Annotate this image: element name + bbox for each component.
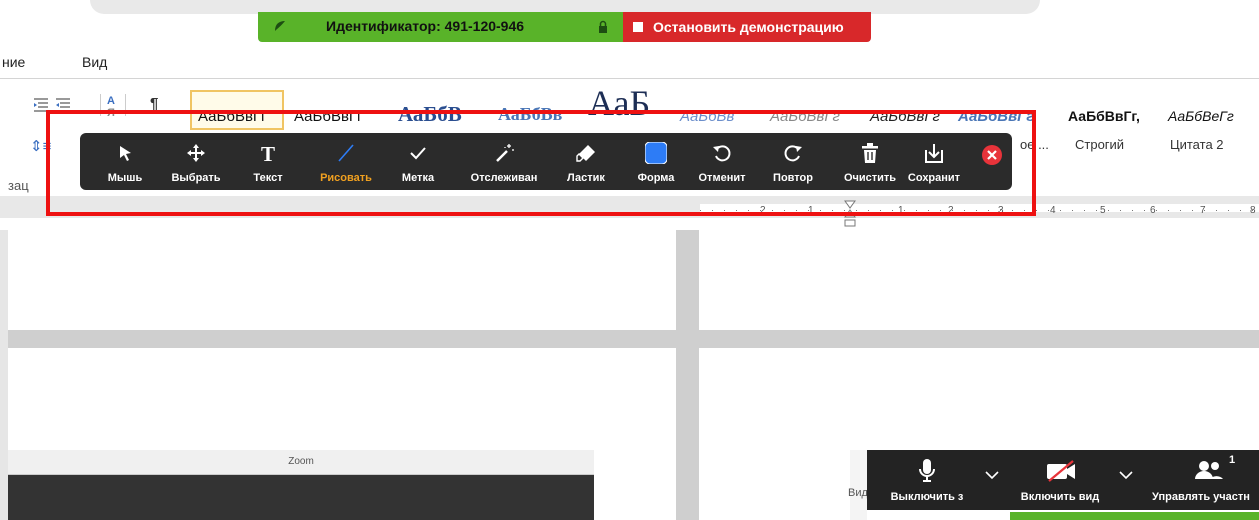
chevron-down-icon[interactable]	[985, 470, 999, 480]
participants-icon	[1195, 461, 1223, 479]
video-label: Включить вид	[1020, 491, 1100, 503]
share-status-bar: Идентификатор: 491-120-946 Остановить де…	[258, 12, 871, 42]
lock-icon[interactable]	[598, 20, 608, 34]
style-preview-quote2[interactable]: АаБбВеГг	[1168, 108, 1234, 124]
ruler-number: 5	[1100, 205, 1106, 216]
chevron-down-icon[interactable]	[1119, 470, 1133, 480]
side-label: Вид	[848, 487, 868, 499]
participants-label: Управлять участн	[1152, 491, 1250, 503]
manage-participants-button[interactable]: 1 Управлять участн	[1143, 450, 1259, 510]
document-page	[8, 230, 676, 330]
meeting-id-text: Идентификатор: 491-120-946	[326, 18, 525, 34]
zoom-window-title: Zoom	[8, 450, 594, 475]
stop-square-icon	[633, 22, 643, 32]
menu-item-partial[interactable]: ние	[2, 54, 25, 70]
style-preview-strong[interactable]: АаБбВвГг,	[1068, 108, 1140, 124]
shield-icon	[275, 21, 285, 31]
start-video-button[interactable]: Включить вид	[1005, 450, 1115, 510]
participants-count: 1	[1229, 454, 1236, 466]
status-green-strip	[1010, 512, 1259, 520]
menu-item-view[interactable]: Вид	[82, 54, 107, 70]
video-off-icon	[1047, 460, 1075, 482]
stop-share-button[interactable]: Остановить демонстрацию	[623, 12, 871, 42]
meeting-controls-bar: Выключить з Включить вид 1 Управлять уча…	[867, 450, 1259, 510]
document-page	[699, 230, 1259, 330]
stop-share-label: Остановить демонстрацию	[653, 19, 844, 35]
meeting-id-area: Идентификатор: 491-120-946	[258, 12, 623, 42]
paragraph-group-label: зац	[8, 178, 29, 193]
left-margin	[0, 230, 8, 520]
page-gap-horizontal	[0, 330, 1259, 348]
mute-label: Выключить з	[890, 491, 964, 503]
microphone-icon	[919, 459, 935, 482]
ruler-number: 6	[1150, 205, 1156, 216]
style-name-quote2: Цитата 2	[1170, 137, 1224, 152]
page-gap-vertical	[676, 230, 699, 520]
ruler-number: 8	[1250, 205, 1256, 216]
style-name-strict: Строгий	[1075, 137, 1125, 152]
red-highlight-rectangle	[46, 110, 1036, 216]
ruler-number: 4	[1050, 205, 1056, 216]
menu-divider	[0, 78, 1259, 79]
mute-button[interactable]: Выключить з	[877, 450, 977, 510]
side-panel	[850, 450, 867, 520]
ruler-number: 7	[1200, 205, 1206, 216]
